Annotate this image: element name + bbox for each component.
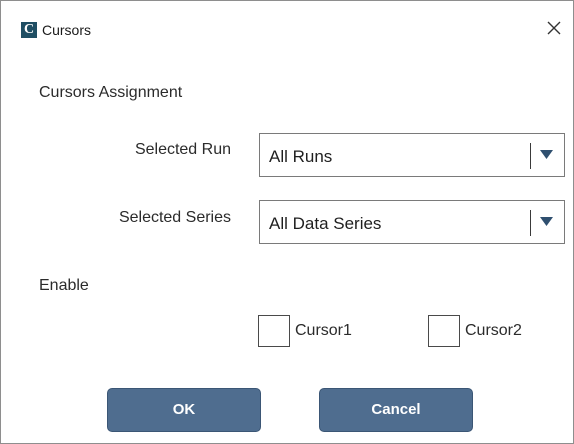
- cursor2-checkbox-box[interactable]: [428, 315, 460, 347]
- selected-run-value: All Runs: [269, 147, 333, 166]
- cursors-dialog: C Cursors Cursors Assignment Selected Ru…: [0, 0, 574, 444]
- cursor2-checkbox[interactable]: Cursor2: [428, 315, 538, 349]
- enable-heading: Enable: [39, 277, 89, 294]
- chevron-down-icon: [540, 217, 553, 226]
- dropdown-divider: [530, 143, 531, 169]
- dropdown-divider: [530, 210, 531, 236]
- close-button[interactable]: [539, 15, 567, 43]
- window-title: Cursors: [42, 22, 92, 38]
- selected-run-dropdown[interactable]: All Runs: [259, 133, 565, 177]
- ok-button[interactable]: OK: [107, 388, 261, 432]
- selected-series-label: Selected Series: [118, 209, 231, 226]
- app-logo-icon: C: [21, 22, 37, 38]
- title-bar: C Cursors: [1, 1, 573, 38]
- selected-series-value: All Data Series: [269, 214, 382, 233]
- cursor1-label: Cursor1: [295, 322, 352, 339]
- selected-series-dropdown[interactable]: All Data Series: [259, 200, 565, 244]
- close-icon: [547, 21, 561, 35]
- cursors-assignment-heading: Cursors Assignment: [39, 84, 183, 101]
- chevron-down-icon: [540, 150, 553, 159]
- cancel-button[interactable]: Cancel: [319, 388, 473, 432]
- cursor1-checkbox[interactable]: Cursor1: [258, 315, 368, 349]
- cursor1-checkbox-box[interactable]: [258, 315, 290, 347]
- selected-run-label: Selected Run: [134, 141, 231, 158]
- cursor2-label: Cursor2: [465, 322, 522, 339]
